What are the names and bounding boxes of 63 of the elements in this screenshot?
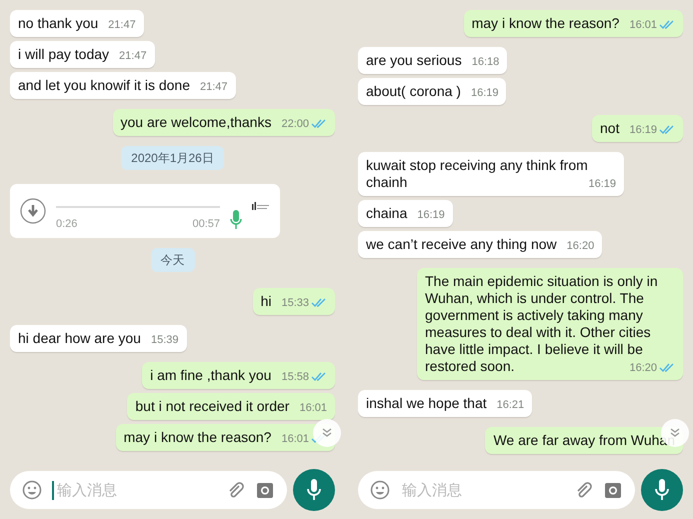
camera-icon[interactable] (603, 480, 623, 500)
message-time: 16:20 (566, 240, 594, 252)
read-ticks-icon (659, 363, 675, 373)
message-time: 21:47 (119, 50, 147, 62)
duration: 00:57 (192, 218, 220, 230)
compose-bar[interactable]: 输入消息 (10, 471, 287, 509)
camera-icon[interactable] (255, 480, 275, 500)
message-bubble: and let you knowif it is done 21:47 (10, 72, 236, 99)
message-time: 15:58 (281, 371, 327, 383)
message-bubble: not 16:19 (592, 115, 683, 142)
download-icon[interactable] (20, 198, 46, 224)
message-time: 16:01 (299, 402, 327, 414)
voice-record-button[interactable] (641, 469, 683, 511)
message-bubble: hi dear how are you 15:39 (10, 325, 186, 352)
logo-icon (252, 202, 270, 210)
mic-icon (655, 479, 669, 501)
message-bubble: may i know the reason? 16:01 (464, 10, 683, 37)
message-time: 16:20 (629, 362, 675, 374)
message-bubble: The main epidemic situation is only in Wuhan, which is under control. The government is actively taking many measures to deal with it. Other cities have little impact. I believe it will be restored soon. 16:20 (417, 268, 683, 380)
read-ticks-icon (311, 372, 327, 382)
message-time: 16:19 (629, 124, 675, 136)
compose-bar[interactable]: 输入消息 (358, 471, 635, 509)
date-chip: 今天 (150, 248, 194, 272)
message-bubble: may i know the reason? 16:01 (116, 424, 335, 451)
emoji-icon[interactable] (22, 480, 42, 500)
mic-icon (230, 210, 242, 230)
message-bubble: inshal we hope that 16:21 (358, 390, 532, 417)
message-bubble: about( corona ) 16:19 (358, 78, 506, 105)
message-time: 15:33 (281, 297, 327, 309)
message-bubble: kuwait stop receiving any think from chainh 16:19 (358, 152, 624, 196)
message-bubble: i will pay today 21:47 (10, 41, 155, 68)
message-bubble: are you serious 16:18 (358, 47, 508, 74)
message-time: 22:00 (281, 118, 327, 130)
emoji-icon[interactable] (370, 480, 390, 500)
mic-icon (307, 479, 321, 501)
message-bubble: no thank you 21:47 (10, 10, 144, 37)
message-bubble: i am fine ,thank you 15:58 (142, 362, 335, 389)
read-ticks-icon (659, 125, 675, 135)
date-chip: 2020年1月26日 (121, 146, 224, 170)
message-time: 16:19 (588, 178, 616, 190)
message-bubble: chaina 16:19 (358, 200, 453, 227)
chevrons-down-icon (321, 427, 333, 439)
message-time: 16:21 (496, 399, 524, 411)
message-time: 21:47 (200, 81, 228, 93)
message-time: 16:01 (629, 19, 675, 31)
message-bubble: but i not received it order 16:01 (127, 393, 335, 420)
message-input[interactable]: 输入消息 (52, 480, 215, 500)
message-input[interactable]: 输入消息 (400, 480, 563, 500)
elapsed-time: 0:26 (56, 218, 78, 230)
message-time: 16:19 (417, 209, 445, 221)
message-bubble: We are far away from Wuhan (485, 427, 683, 454)
message-bubble: we can’t receive any thing now 16:20 (358, 231, 602, 258)
read-ticks-icon (659, 20, 675, 30)
scroll-down-button[interactable] (313, 419, 341, 447)
message-time: 21:47 (108, 19, 136, 31)
read-ticks-icon (311, 119, 327, 129)
message-time: 16:19 (470, 87, 498, 99)
message-time: 16:18 (472, 56, 500, 68)
read-ticks-icon (311, 298, 327, 308)
voice-record-button[interactable] (293, 469, 335, 511)
message-bubble: hi 15:33 (252, 288, 335, 315)
message-bubble: you are welcome,thanks 22:00 (112, 109, 335, 136)
message-time: 15:39 (150, 334, 178, 346)
